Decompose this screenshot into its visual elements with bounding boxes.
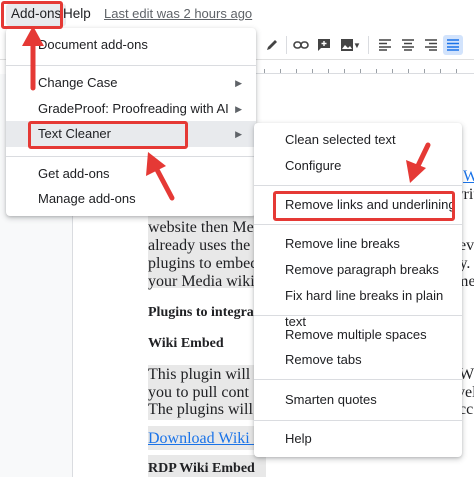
submenu-arrow-icon: ▶	[235, 129, 242, 139]
menu-item-label: Manage add-ons	[38, 191, 136, 206]
ruler-tick	[344, 69, 345, 73]
doc-text: already uses the	[148, 237, 251, 254]
align-center-icon[interactable]	[398, 35, 418, 55]
ruler-tick	[312, 69, 313, 73]
insert-comment-icon[interactable]	[314, 35, 334, 55]
menu-item-remove-line-breaks[interactable]: Remove line breaks	[254, 231, 462, 257]
ruler-tick	[440, 69, 441, 73]
doc-text: This plugin will	[148, 366, 251, 383]
menu-divider	[6, 65, 256, 66]
menu-divider	[254, 315, 462, 316]
ruler-tick	[264, 69, 265, 73]
doc-text: your Media wiki	[148, 273, 255, 290]
menu-item-remove-multiple-spaces[interactable]: Remove multiple spaces	[254, 322, 462, 348]
menu-item-label: Get add-ons	[38, 166, 110, 181]
menu-item-configure[interactable]: Configure	[254, 153, 462, 179]
menu-item-manage-addons[interactable]: Manage add-ons	[6, 186, 256, 212]
menu-item-gradeproof[interactable]: GradeProof: Proofreading with AI ▶	[6, 96, 256, 122]
menu-item-change-case[interactable]: Change Case ▶	[6, 70, 256, 96]
menu-divider	[254, 224, 462, 225]
doc-text: plugins to embed	[148, 255, 259, 272]
menu-item-label: Remove multiple spaces	[285, 327, 427, 342]
ruler-tick	[360, 69, 361, 73]
ruler-tick	[296, 69, 297, 73]
menu-item-get-addons[interactable]: Get add-ons	[6, 161, 256, 187]
menu-item-label: Clean selected text	[285, 132, 396, 147]
menu-divider	[254, 420, 462, 421]
menu-divider	[254, 379, 462, 380]
last-edit-link[interactable]: Last edit was 2 hours ago	[104, 6, 252, 21]
ruler[interactable]	[256, 60, 474, 74]
justify-icon[interactable]	[443, 35, 463, 55]
annotation-box-remove-links	[273, 191, 455, 221]
menu-item-label: Configure	[285, 158, 342, 173]
annotation-box-addons	[1, 1, 63, 29]
submenu-arrow-icon: ▶	[235, 78, 242, 88]
doc-heading: RDP Wiki Embed	[148, 461, 255, 476]
doc-text: website then Me	[148, 219, 254, 236]
ruler-tick	[456, 69, 457, 73]
toolbar-divider	[286, 36, 287, 54]
doc-text[interactable]: W	[463, 168, 474, 186]
toolbar-divider	[368, 36, 369, 54]
doc-text: you to pull cont	[148, 384, 249, 401]
menu-item-label: Remove tabs	[285, 352, 362, 367]
menu-item-label: Smarten quotes	[285, 392, 377, 407]
ruler-tick	[408, 69, 409, 73]
align-left-icon[interactable]	[375, 35, 395, 55]
menu-item-help[interactable]: Help	[254, 426, 462, 452]
doc-text: The plugins will	[148, 401, 253, 418]
menu-item-label: Remove line breaks	[285, 236, 400, 251]
ruler-tick	[392, 69, 393, 73]
chevron-down-icon[interactable]: ▼	[351, 35, 363, 55]
ruler-tick	[328, 69, 329, 73]
link-icon[interactable]	[291, 35, 311, 55]
menu-item-label: Change Case	[38, 75, 118, 90]
annotation-box-text-cleaner	[28, 121, 188, 149]
menu-item-smarten-quotes[interactable]: Smarten quotes	[254, 387, 462, 413]
menu-divider	[254, 185, 462, 186]
align-right-icon[interactable]	[421, 35, 441, 55]
menu-bar: Add-ons Help Last edit was 2 hours ago	[0, 0, 474, 30]
ruler-tick	[280, 69, 281, 73]
menu-item-fix-hard-line-breaks[interactable]: Fix hard line breaks in plain text	[254, 283, 462, 329]
menu-item-label: Remove paragraph breaks	[285, 262, 439, 277]
text-cleaner-submenu: Clean selected text Configure Remove lin…	[254, 123, 462, 457]
doc-heading: Wiki Embed	[148, 336, 224, 351]
menu-item-clean-selected-text[interactable]: Clean selected text	[254, 127, 462, 153]
doc-heading: Plugins to integrate	[148, 305, 265, 320]
ruler-tick	[424, 69, 425, 73]
submenu-arrow-icon: ▶	[235, 104, 242, 114]
menu-divider	[6, 156, 256, 157]
menu-item-remove-tabs[interactable]: Remove tabs	[254, 347, 462, 373]
menu-item-label: Document add-ons	[38, 37, 148, 52]
doc-link[interactable]: Download Wiki E	[148, 430, 264, 448]
menu-item-label: GradeProof: Proofreading with AI	[38, 101, 229, 116]
ruler-tick	[376, 69, 377, 73]
menu-help[interactable]: Help	[63, 6, 91, 21]
menu-item-label: Help	[285, 431, 312, 446]
menu-item-remove-paragraph-breaks[interactable]: Remove paragraph breaks	[254, 257, 462, 283]
menu-item-document-addons[interactable]: Document add-ons	[6, 32, 256, 58]
pen-icon[interactable]	[262, 35, 282, 55]
